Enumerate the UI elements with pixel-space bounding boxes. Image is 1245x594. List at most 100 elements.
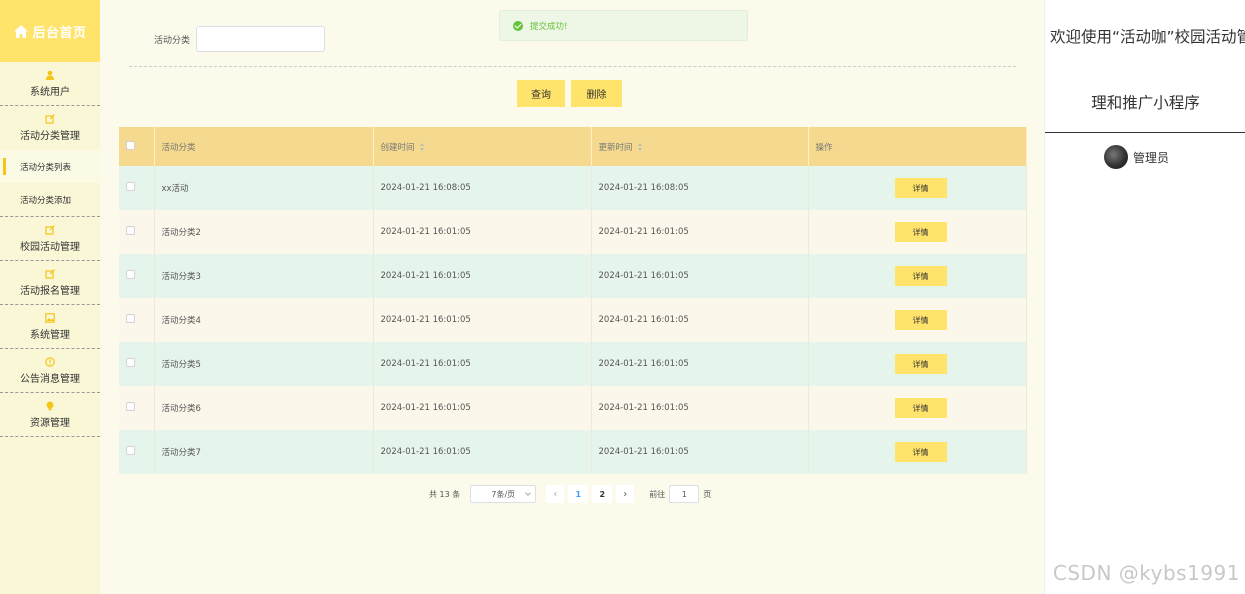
right-panel: 欢迎使用“活动咖”校园活动管 理和推广小程序 管理员 CSDN @kybs199… (1044, 0, 1245, 594)
cell-updated: 2024-01-21 16:01:05 (591, 298, 809, 342)
header-action: 操作 (808, 127, 1027, 166)
cell-created: 2024-01-21 16:01:05 (373, 430, 592, 474)
user-icon (46, 70, 54, 80)
image-icon (45, 312, 55, 323)
chevron-down-icon (525, 490, 532, 496)
table-header-row: 活动分类 创建时间 更新时间 操作 (119, 127, 1027, 166)
query-button[interactable]: 查询 (517, 80, 565, 107)
row-checkbox[interactable] (126, 226, 135, 235)
welcome-text-line2: 理和推广小程序 (1091, 94, 1200, 112)
info-icon (45, 356, 55, 367)
menu-label: 公告消息管理 (20, 373, 80, 385)
search-row: 活动分类 (154, 26, 326, 52)
page-2-button[interactable]: 2 (592, 485, 613, 503)
success-toast: 提交成功! (499, 10, 748, 41)
welcome-text-line1: 欢迎使用“活动咖”校园活动管 (1050, 28, 1245, 46)
cell-updated: 2024-01-21 16:01:05 (591, 210, 809, 254)
goto-page-input[interactable]: 1 (669, 485, 700, 503)
detail-button[interactable]: 详情 (894, 222, 947, 242)
main-content: 活动分类 提交成功! 查询 删除 活动分类 创建时间 更新时间 操作 xx活动 … (100, 0, 1044, 594)
row-checkbox[interactable] (126, 182, 135, 191)
cell-created: 2024-01-21 16:01:05 (373, 386, 592, 430)
cell-updated: 2024-01-21 16:08:05 (591, 166, 809, 210)
header-updated[interactable]: 更新时间 (591, 127, 809, 166)
menu-activity-category[interactable]: 活动分类管理 (0, 106, 100, 150)
divider (1045, 132, 1245, 133)
menu-system-users[interactable]: 系统用户 (0, 62, 100, 106)
row-checkbox[interactable] (126, 446, 135, 455)
divider (129, 66, 1016, 67)
submenu-category-add[interactable]: 活动分类添加 (0, 183, 100, 216)
menu-resource[interactable]: 资源管理 (0, 393, 100, 437)
table-row: 活动分类2 2024-01-21 16:01:05 2024-01-21 16:… (119, 210, 1027, 254)
cell-category: xx活动 (154, 166, 374, 210)
cell-updated: 2024-01-21 16:01:05 (591, 386, 809, 430)
table-row: xx活动 2024-01-21 16:08:05 2024-01-21 16:0… (119, 166, 1027, 210)
menu-label: 校园活动管理 (20, 241, 80, 253)
submenu-category-list[interactable]: 活动分类列表 (0, 150, 100, 183)
row-checkbox[interactable] (126, 358, 135, 367)
menu-campus-activity[interactable]: 校园活动管理 (0, 217, 100, 261)
sort-icon[interactable] (419, 143, 425, 151)
next-page-button[interactable]: › (616, 485, 635, 503)
edit-icon (45, 224, 55, 235)
menu-label: 活动报名管理 (20, 285, 80, 297)
select-all-cell (119, 127, 155, 166)
cell-category: 活动分类3 (154, 254, 374, 298)
row-checkbox[interactable] (126, 402, 135, 411)
edit-icon (45, 268, 55, 279)
cell-category: 活动分类6 (154, 386, 374, 430)
cell-updated: 2024-01-21 16:01:05 (591, 430, 809, 474)
table-row: 活动分类3 2024-01-21 16:01:05 2024-01-21 16:… (119, 254, 1027, 298)
sort-icon[interactable] (637, 143, 643, 151)
goto-prefix: 前往 (649, 489, 666, 499)
username: 管理员 (1133, 150, 1170, 165)
page-size-select[interactable]: 7条/页 (470, 485, 537, 503)
detail-button[interactable]: 详情 (894, 266, 947, 286)
cell-category: 活动分类2 (154, 210, 374, 254)
toast-text: 提交成功! (530, 21, 568, 32)
table-row: 活动分类7 2024-01-21 16:01:05 2024-01-21 16:… (119, 430, 1027, 474)
header-created[interactable]: 创建时间 (373, 127, 592, 166)
logo-text: 后台首页 (32, 25, 87, 41)
edit-icon (45, 114, 55, 124)
cell-category: 活动分类5 (154, 342, 374, 386)
cell-category: 活动分类7 (154, 430, 374, 474)
table-row: 活动分类4 2024-01-21 16:01:05 2024-01-21 16:… (119, 298, 1027, 342)
prev-page-button[interactable]: ‹ (546, 485, 565, 503)
pagination: 共 13 条 7条/页 ‹ 1 2 › 前往 1 页 (429, 485, 711, 503)
sidebar: 后台首页 系统用户 活动分类管理 活动分类列表 活动分类添加 校园活动管理 活动… (0, 0, 100, 594)
row-checkbox[interactable] (126, 314, 135, 323)
select-all-checkbox[interactable] (126, 140, 135, 150)
cell-created: 2024-01-21 16:08:05 (373, 166, 592, 210)
success-check-icon (513, 20, 523, 31)
cell-updated: 2024-01-21 16:01:05 (591, 342, 809, 386)
home-link[interactable]: 后台首页 (0, 0, 100, 62)
bulb-icon (46, 401, 54, 410)
category-search-input[interactable] (196, 26, 326, 52)
category-table: 活动分类 创建时间 更新时间 操作 xx活动 2024-01-21 16:08:… (119, 127, 1027, 474)
detail-button[interactable]: 详情 (894, 310, 947, 330)
page-1-button[interactable]: 1 (568, 485, 589, 503)
menu-label: 系统管理 (30, 329, 70, 341)
cell-created: 2024-01-21 16:01:05 (373, 342, 592, 386)
row-checkbox[interactable] (126, 270, 135, 279)
table-row: 活动分类5 2024-01-21 16:01:05 2024-01-21 16:… (119, 342, 1027, 386)
watermark: CSDN @kybs1991 (1052, 561, 1240, 585)
menu-system-admin[interactable]: 系统管理 (0, 305, 100, 349)
menu-announcement[interactable]: 公告消息管理 (0, 349, 100, 393)
detail-button[interactable]: 详情 (894, 178, 947, 198)
cell-category: 活动分类4 (154, 298, 374, 342)
detail-button[interactable]: 详情 (894, 354, 947, 374)
header-category: 活动分类 (154, 127, 374, 166)
table-row: 活动分类6 2024-01-21 16:01:05 2024-01-21 16:… (119, 386, 1027, 430)
home-icon (13, 24, 29, 39)
detail-button[interactable]: 详情 (894, 398, 947, 418)
total-count: 共 13 条 (429, 489, 461, 499)
menu-activity-signup[interactable]: 活动报名管理 (0, 261, 100, 305)
cell-created: 2024-01-21 16:01:05 (373, 298, 592, 342)
user-info[interactable]: 管理员 (1104, 145, 1169, 169)
detail-button[interactable]: 详情 (894, 442, 947, 462)
search-label: 活动分类 (154, 35, 191, 46)
delete-button[interactable]: 删除 (571, 80, 622, 107)
